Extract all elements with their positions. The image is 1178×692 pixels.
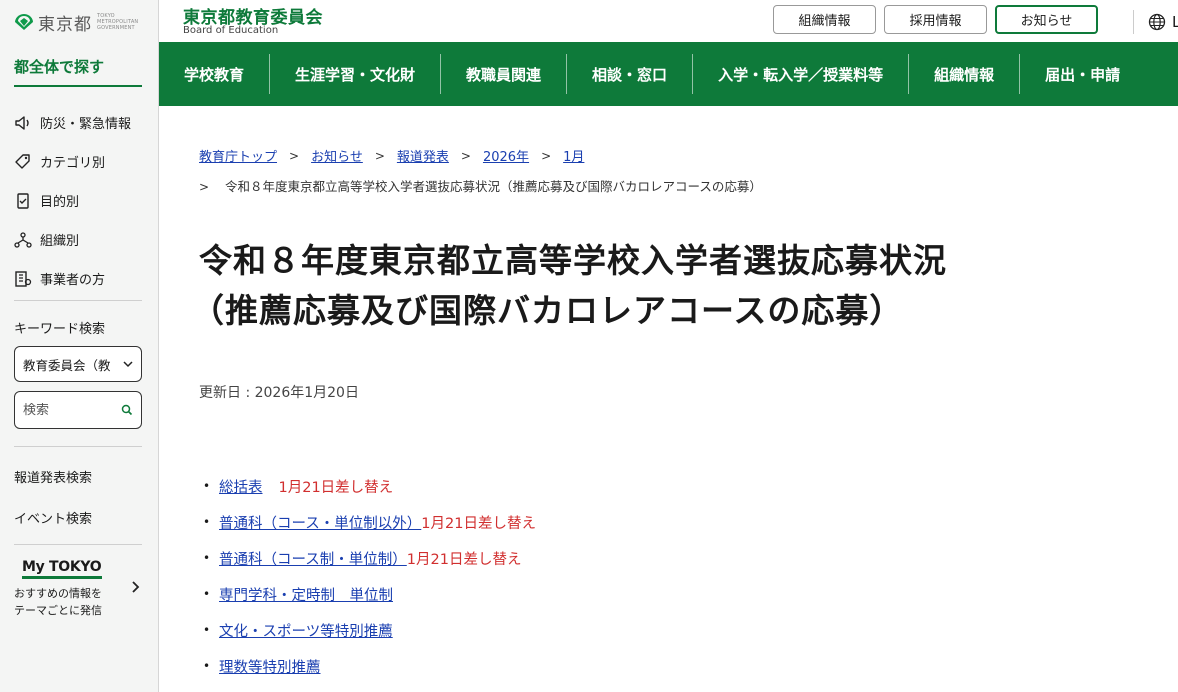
bullet: •	[203, 587, 211, 601]
sidebar-item-label: 防災・緊急情報	[40, 117, 132, 132]
breadcrumb-link-year[interactable]: 2026年	[483, 146, 529, 165]
chevron-right-icon: >	[541, 148, 552, 163]
gnav-item-applications[interactable]: 届出・申請	[1020, 54, 1145, 94]
sidebar-item-organization[interactable]: 組織別	[14, 220, 149, 259]
mytokyo-desc-line: おすすめの情報を	[14, 587, 102, 600]
page-title: 令和８年度東京都立高等学校入学者選抜応募状況 （推薦応募及び国際バカロレアコース…	[191, 236, 1174, 336]
sidebar-item-purpose[interactable]: 目的別	[14, 181, 149, 220]
list-item: • 文化・スポーツ等特別推薦	[203, 612, 536, 648]
gnav-item-staff[interactable]: 教職員関連	[441, 54, 568, 94]
bullet: •	[203, 659, 211, 673]
keyword-search-label: キーワード検索	[14, 322, 106, 337]
sidebar-item-label: カテゴリ別	[40, 156, 106, 171]
search-scope-value: 教育委員会（教	[23, 357, 111, 373]
logo-subtext: TOKYO METROPOLITAN GOVERNMENT	[97, 13, 139, 31]
sidebar-item-label: 事業者の方	[40, 273, 106, 288]
breadcrumb: 教育庁トップ > お知らせ > 報道発表 > 2026年 > 1月	[199, 146, 584, 166]
divider	[14, 446, 142, 447]
page-title-line: 令和８年度東京都立高等学校入学者選抜応募状況	[199, 241, 947, 280]
search-box	[14, 391, 142, 429]
breadcrumb-link-month[interactable]: 1月	[563, 146, 584, 165]
event-search-link[interactable]: イベント検索	[14, 508, 92, 527]
breadcrumb-link-press[interactable]: 報道発表	[397, 146, 449, 165]
global-nav: 学校教育 生涯学習・文化財 教職員関連 相談・窓口 入学・転入学／授業料等 組織…	[159, 42, 1178, 106]
list-item: • 総括表 1月21日差し替え	[203, 468, 536, 504]
replacement-note: 1月21日差し替え	[278, 479, 394, 496]
replacement-note: 1月21日差し替え	[421, 515, 536, 532]
list-item: • 普通科（コース制・単位制） 1月21日差し替え	[203, 540, 536, 576]
notices-button[interactable]: お知らせ	[995, 5, 1098, 34]
mytokyo-logo: My TOKYO	[22, 559, 102, 575]
list-item: • 理数等特別推薦	[203, 648, 536, 684]
logo-text: 東京都	[38, 14, 92, 35]
language-label: La	[1172, 13, 1178, 31]
gnav-item-consultation[interactable]: 相談・窓口	[567, 54, 694, 94]
sidebar: 東京都 TOKYO METROPOLITAN GOVERNMENT 都全体で探す…	[0, 0, 159, 692]
sidebar-item-category[interactable]: カテゴリ別	[14, 142, 149, 181]
org-chart-icon	[14, 231, 34, 249]
chevron-right-icon: >	[460, 148, 471, 163]
press-release-search-link[interactable]: 報道発表検索	[14, 467, 92, 486]
search-icon[interactable]	[121, 401, 133, 420]
document-link[interactable]: 総括表	[219, 476, 263, 497]
document-icon	[14, 192, 34, 210]
gnav-item-lifelong-learning[interactable]: 生涯学習・文化財	[270, 54, 442, 94]
mytokyo-description: おすすめの情報を テーマごとに発信	[14, 585, 144, 619]
chevron-right-icon	[132, 581, 140, 597]
gnav-item-admission[interactable]: 入学・転入学／授業料等	[693, 54, 910, 94]
mytokyo-desc-line: テーマごとに発信	[14, 604, 102, 617]
sidebar-item-label: 目的別	[40, 195, 80, 210]
list-item: • 普通科（コース・単位制以外） 1月21日差し替え	[203, 504, 536, 540]
breadcrumb-current: > 令和８年度東京都立高等学校入学者選抜応募状況（推薦応募及び国際バカロレアコー…	[199, 176, 762, 195]
mytokyo-banner[interactable]: My TOKYO おすすめの情報を テーマごとに発信	[14, 559, 144, 619]
organization-info-button[interactable]: 組織情報	[773, 5, 876, 34]
sidebar-nav: 防災・緊急情報 カテゴリ別 目的別 組織別 事業者の方	[14, 103, 149, 298]
breadcrumb-link-top[interactable]: 教育庁トップ	[199, 146, 277, 165]
building-icon	[14, 270, 34, 288]
document-link[interactable]: 普通科（コース・単位制以外）	[219, 512, 421, 533]
breadcrumb-link-notices[interactable]: お知らせ	[311, 146, 363, 165]
document-link[interactable]: 理数等特別推薦	[219, 656, 321, 677]
document-list: • 総括表 1月21日差し替え • 普通科（コース・単位制以外） 1月21日差し…	[203, 468, 536, 684]
replacement-note: 1月21日差し替え	[406, 551, 522, 568]
org-subtitle: Board of Education	[183, 25, 279, 36]
search-scope-select[interactable]: 教育委員会（教	[14, 346, 142, 382]
breadcrumb-current-label: 令和８年度東京都立高等学校入学者選抜応募状況（推薦応募及び国際バカロレアコースの…	[225, 179, 762, 194]
bullet: •	[203, 479, 211, 493]
mytokyo-underline	[22, 576, 102, 579]
chevron-right-icon: >	[374, 148, 385, 163]
updated-date: 更新日 : 2026年1月20日	[199, 385, 359, 401]
language-selector[interactable]: La	[1133, 10, 1178, 34]
chevron-down-icon	[123, 358, 133, 371]
main-content: 教育庁トップ > お知らせ > 報道発表 > 2026年 > 1月 > 令和８年…	[159, 106, 1178, 692]
sidebar-item-disaster[interactable]: 防災・緊急情報	[14, 103, 149, 142]
sidebar-item-label: 組織別	[40, 234, 80, 249]
chevron-right-icon: >	[199, 180, 210, 194]
bullet: •	[203, 515, 211, 529]
document-link[interactable]: 普通科（コース制・単位制）	[219, 548, 407, 569]
document-link[interactable]: 専門学科・定時制 単位制	[219, 584, 393, 605]
globe-icon	[1148, 13, 1166, 31]
ginkgo-logo-icon	[14, 11, 34, 33]
document-link[interactable]: 文化・スポーツ等特別推薦	[219, 620, 393, 641]
page-title-line: （推薦応募及び国際バカロレアコースの応募）	[191, 291, 904, 330]
gnav-item-organization[interactable]: 組織情報	[909, 54, 1021, 94]
bullet: •	[203, 623, 211, 637]
divider	[14, 544, 142, 545]
search-input[interactable]	[23, 402, 121, 418]
megaphone-icon	[14, 114, 34, 132]
site-header: 東京都教育委員会 Board of Education 組織情報 採用情報 お知…	[159, 0, 1178, 42]
chevron-right-icon: >	[289, 148, 300, 163]
tag-icon	[14, 153, 34, 171]
gnav-item-school-education[interactable]: 学校教育	[159, 54, 271, 94]
recruitment-info-button[interactable]: 採用情報	[884, 5, 987, 34]
find-all-heading: 都全体で探す	[14, 56, 142, 87]
sidebar-item-business[interactable]: 事業者の方	[14, 259, 149, 298]
list-item: • 専門学科・定時制 単位制	[203, 576, 536, 612]
bullet: •	[203, 551, 211, 565]
tokyo-logo[interactable]: 東京都 TOKYO METROPOLITAN GOVERNMENT	[14, 9, 139, 35]
divider	[14, 300, 142, 301]
